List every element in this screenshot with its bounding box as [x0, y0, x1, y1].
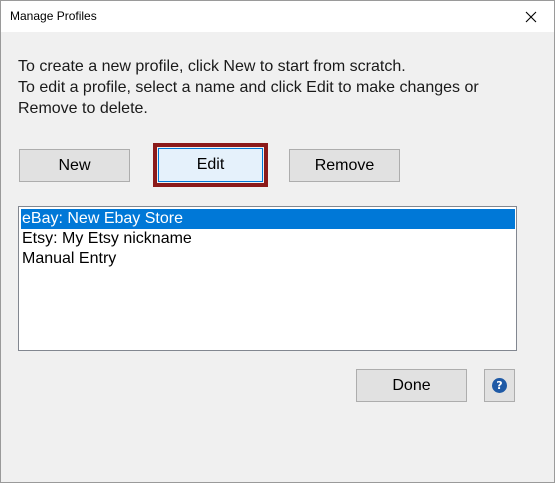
instructions-line: Remove to delete. [18, 100, 148, 117]
new-button[interactable]: New [19, 149, 130, 182]
profile-list-item[interactable]: eBay: New Ebay Store [21, 209, 515, 229]
profile-list[interactable]: eBay: New Ebay Store Etsy: My Etsy nickn… [18, 206, 517, 351]
done-button[interactable]: Done [356, 369, 467, 402]
instructions-text: To create a new profile, click New to st… [18, 56, 538, 119]
title-bar: Manage Profiles [1, 1, 554, 32]
help-icon: ? [492, 378, 507, 393]
manage-profiles-dialog: Manage Profiles To create a new profile,… [0, 0, 555, 483]
profile-list-item[interactable]: Manual Entry [21, 249, 515, 269]
instructions-line: To create a new profile, click New to st… [18, 58, 406, 75]
window-title: Manage Profiles [10, 9, 97, 23]
close-button[interactable] [508, 1, 554, 32]
instructions-line: To edit a profile, select a name and cli… [18, 79, 479, 96]
edit-button[interactable]: Edit [158, 148, 263, 182]
close-icon [525, 11, 537, 22]
profile-list-item[interactable]: Etsy: My Etsy nickname [21, 229, 515, 249]
help-button[interactable]: ? [484, 369, 515, 402]
remove-button[interactable]: Remove [289, 149, 400, 182]
